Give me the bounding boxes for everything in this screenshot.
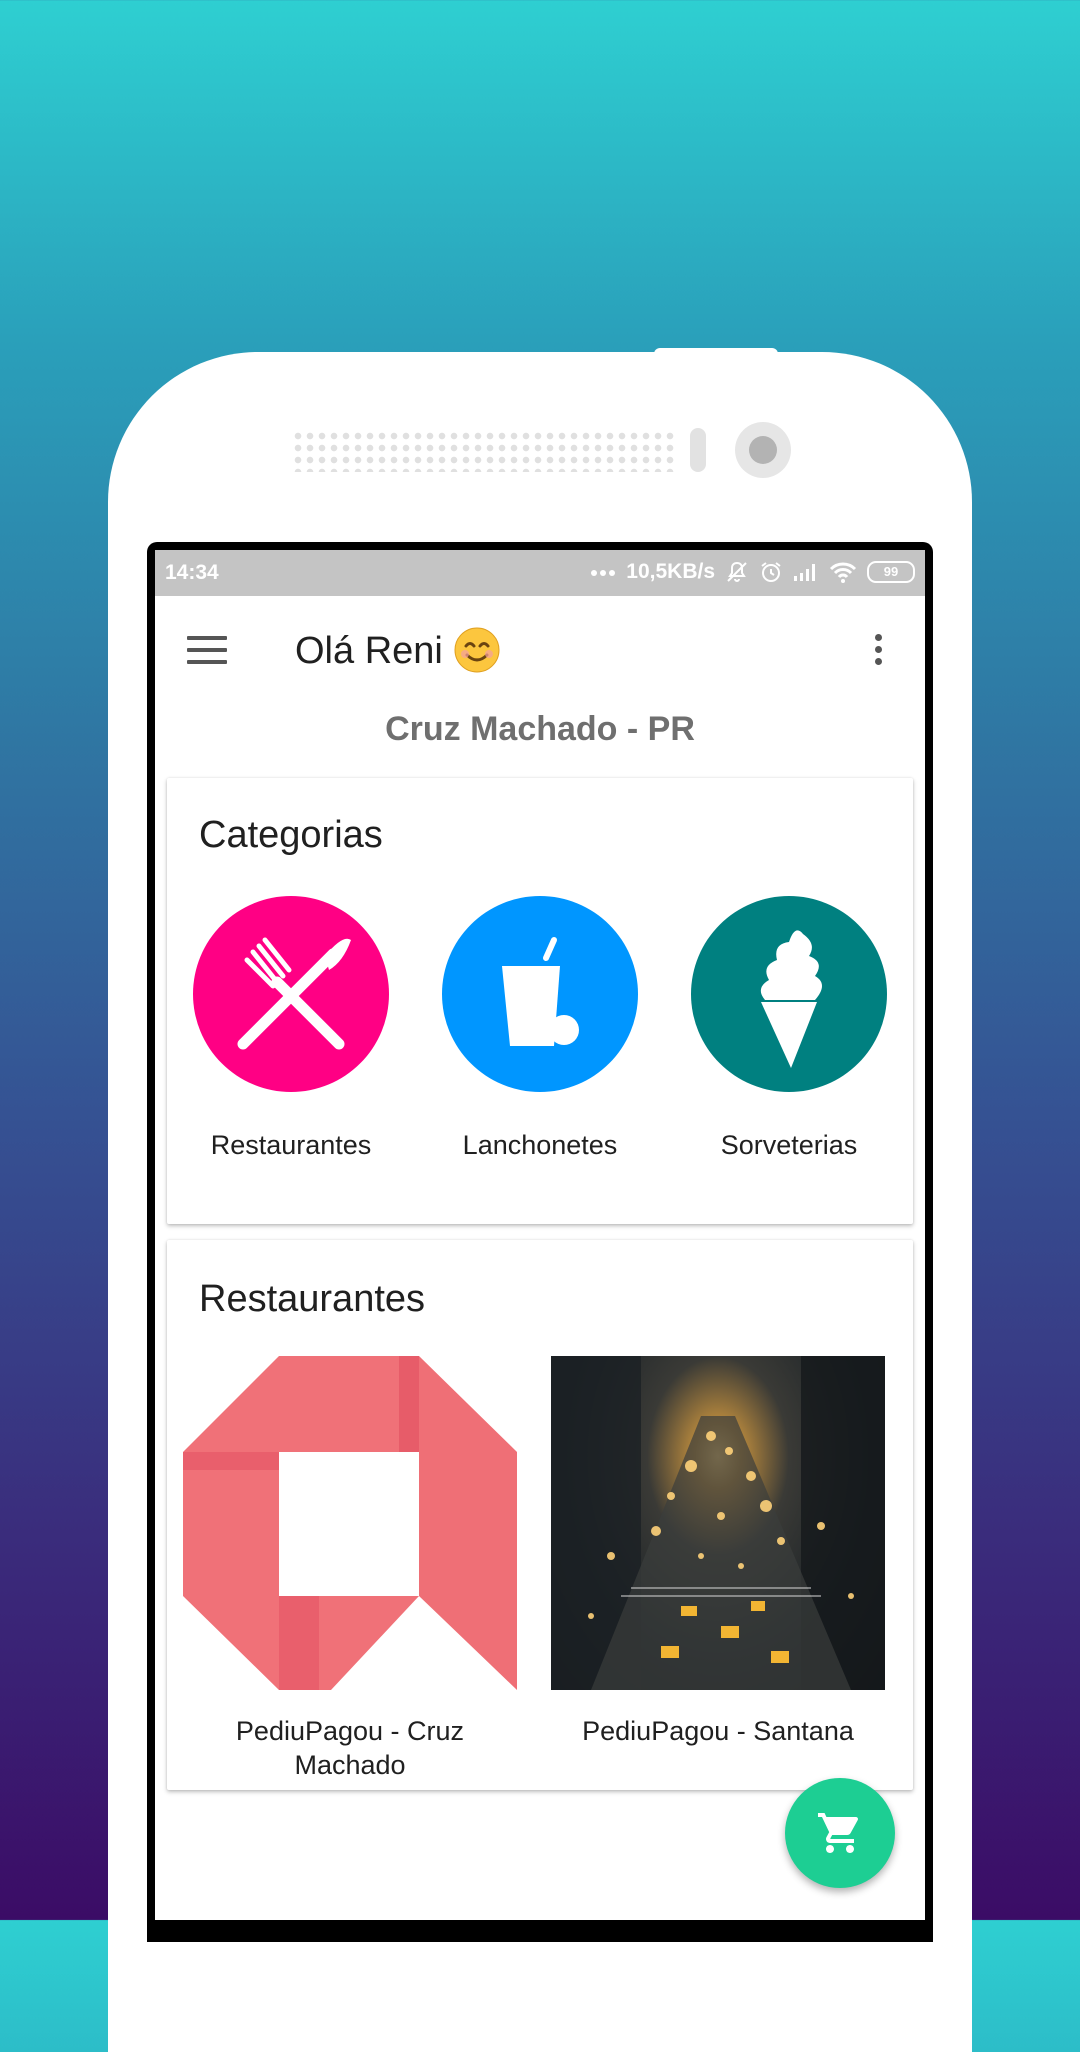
app-bar: Olá Reni (155, 596, 925, 706)
category-sorveterias[interactable]: Sorveterias (691, 896, 887, 1161)
phone-power-button (654, 348, 778, 360)
restaurant-name: PediuPagou - Cruz Machado (235, 1716, 465, 1780)
greeting-text: Olá Reni (295, 630, 443, 672)
more-vert-icon[interactable] (875, 634, 883, 670)
category-label: Lanchonetes (462, 1130, 618, 1160)
categories-title: Categorias (199, 814, 383, 856)
signal-icon (794, 564, 815, 581)
fork-knife-icon (193, 896, 389, 1092)
restaurants-title: Restaurantes (199, 1278, 426, 1320)
category-restaurantes[interactable]: Restaurantes (193, 896, 389, 1161)
cart-icon (818, 1813, 859, 1853)
phone-front-camera (735, 422, 791, 478)
restaurant-name: PediuPagou - Santana (582, 1716, 854, 1746)
status-icons: 10,5KB/s 99 (590, 560, 915, 584)
categories-card: Categorias Restaurantes Lanchonetes Sorv… (167, 778, 913, 1224)
phone-sensor (690, 428, 706, 472)
pediupagou-logo (183, 1356, 517, 1690)
status-bar: 14:34 10,5KB/s 99 (155, 550, 925, 596)
more-dots-icon (591, 570, 616, 576)
restaurant-item[interactable]: PediuPagou - Santana (551, 1356, 885, 1748)
battery-icon: 99 (867, 561, 915, 583)
menu-icon[interactable] (187, 636, 227, 666)
mute-icon (727, 561, 747, 582)
wifi-icon (829, 562, 857, 583)
alarm-icon (761, 562, 781, 582)
category-label: Sorveterias (720, 1130, 858, 1160)
status-time: 14:34 (165, 561, 219, 584)
category-lanchonetes[interactable]: Lanchonetes (442, 896, 638, 1161)
phone-speaker-grille (292, 430, 674, 472)
restaurants-card: Restaurantes PediuPagou - Cruz Machado P… (167, 1240, 913, 1790)
restaurant-item[interactable]: PediuPagou - Cruz Machado (183, 1356, 517, 1782)
category-label: Restaurantes (210, 1130, 372, 1160)
city-street-photo (551, 1356, 885, 1690)
drink-cup-icon (442, 896, 638, 1092)
page-title: Olá Reni (295, 627, 501, 674)
smiley-icon (454, 627, 500, 673)
app-screen: 14:34 10,5KB/s 99 Olá Reni Cruz Machado … (155, 550, 925, 1920)
location-label: Cruz Machado - PR (385, 710, 695, 748)
network-speed: 10,5KB/s (626, 560, 715, 583)
ice-cream-icon (691, 896, 887, 1092)
cart-button[interactable] (785, 1778, 895, 1888)
